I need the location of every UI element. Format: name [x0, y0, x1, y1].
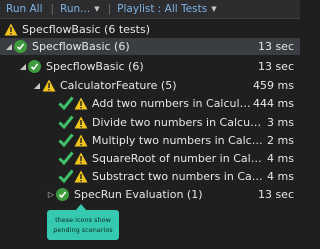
node-label: SpecflowBasic (6)	[46, 60, 144, 73]
pending-warning-icon	[42, 79, 56, 92]
node-duration: 459 ms	[253, 79, 294, 92]
annotation-callout: these icons show pending scenarios	[47, 204, 119, 240]
passed-check-icon	[56, 188, 69, 201]
pending-warning-icon	[74, 97, 88, 110]
pending-warning-icon	[74, 134, 88, 147]
expand-arrow-icon[interactable]: ◢	[32, 81, 42, 90]
test-summary: SpecflowBasic (6 tests)	[4, 23, 150, 36]
playlist-dropdown[interactable]: Playlist : All Tests ▼	[111, 3, 216, 15]
node-label: SpecRun Evaluation (1)	[74, 188, 203, 201]
collapsed-arrow-icon[interactable]: ▷	[46, 190, 56, 199]
test-duration: 4 ms	[267, 152, 294, 165]
check-mark-icon	[58, 96, 74, 110]
run-all-button[interactable]: Run All	[0, 3, 43, 15]
test-explorer-toolbar: Run All | Run... ▼ | Playlist : All Test…	[0, 0, 300, 19]
test-duration: 444 ms	[253, 97, 294, 110]
test-label: SquareRoot of number in Calcula...	[92, 152, 264, 165]
check-mark-icon	[58, 151, 74, 165]
passed-check-icon	[28, 60, 41, 73]
node-label: SpecflowBasic (6)	[32, 40, 130, 53]
node-duration: 13 sec	[257, 188, 294, 201]
test-row[interactable]: Add two numbers in Calculator... 444 ms	[0, 95, 300, 112]
test-duration: 3 ms	[267, 116, 294, 129]
tree-node-solution[interactable]: ◢ SpecflowBasic (6) 13 sec	[0, 38, 300, 55]
tree-node-group[interactable]: ▷ SpecRun Evaluation (1) 13 sec	[0, 186, 300, 203]
test-row[interactable]: Multiply two numbers in Calculat... 2 ms	[0, 132, 300, 149]
test-row[interactable]: Divide two numbers in Calculator... 3 ms	[0, 114, 300, 131]
pending-warning-icon	[74, 170, 88, 183]
test-duration: 2 ms	[267, 134, 294, 147]
passed-check-icon	[14, 40, 27, 53]
test-label: Add two numbers in Calculator...	[92, 97, 252, 110]
pending-warning-icon	[74, 152, 88, 165]
check-mark-icon	[58, 133, 74, 147]
run-dropdown[interactable]: Run... ▼	[54, 3, 100, 15]
expand-arrow-icon[interactable]: ◢	[18, 62, 28, 71]
check-mark-icon	[58, 169, 74, 183]
run-label: Run...	[60, 3, 91, 15]
test-label: Divide two numbers in Calculator...	[92, 116, 264, 129]
tree-node-feature[interactable]: ◢ CalculatorFeature (5) 459 ms	[0, 77, 300, 94]
node-duration: 13 sec	[257, 40, 294, 53]
node-duration: 13 sec	[257, 60, 294, 73]
run-all-label: Run All	[6, 3, 43, 15]
tree-node-project[interactable]: ◢ SpecflowBasic (6) 13 sec	[0, 58, 300, 75]
expand-arrow-icon[interactable]: ◢	[4, 42, 14, 51]
pending-warning-icon	[74, 116, 88, 129]
test-row[interactable]: SquareRoot of number in Calcula... 4 ms	[0, 150, 300, 167]
toolbar-separator: |	[107, 3, 112, 15]
test-label: Substract two numbers in Calcula...	[92, 170, 264, 183]
test-duration: 4 ms	[267, 170, 294, 183]
test-label: Multiply two numbers in Calculat...	[92, 134, 264, 147]
chevron-down-icon: ▼	[211, 5, 217, 13]
node-label: CalculatorFeature (5)	[60, 79, 177, 92]
summary-label: SpecflowBasic (6 tests)	[22, 23, 150, 36]
callout-text: these icons show pending scenarios	[53, 216, 113, 234]
toolbar-separator: |	[50, 3, 55, 15]
test-row[interactable]: Substract two numbers in Calcula... 4 ms	[0, 168, 300, 185]
playlist-label: Playlist : All Tests	[117, 3, 208, 15]
pending-warning-icon	[4, 23, 18, 36]
check-mark-icon	[58, 115, 74, 129]
